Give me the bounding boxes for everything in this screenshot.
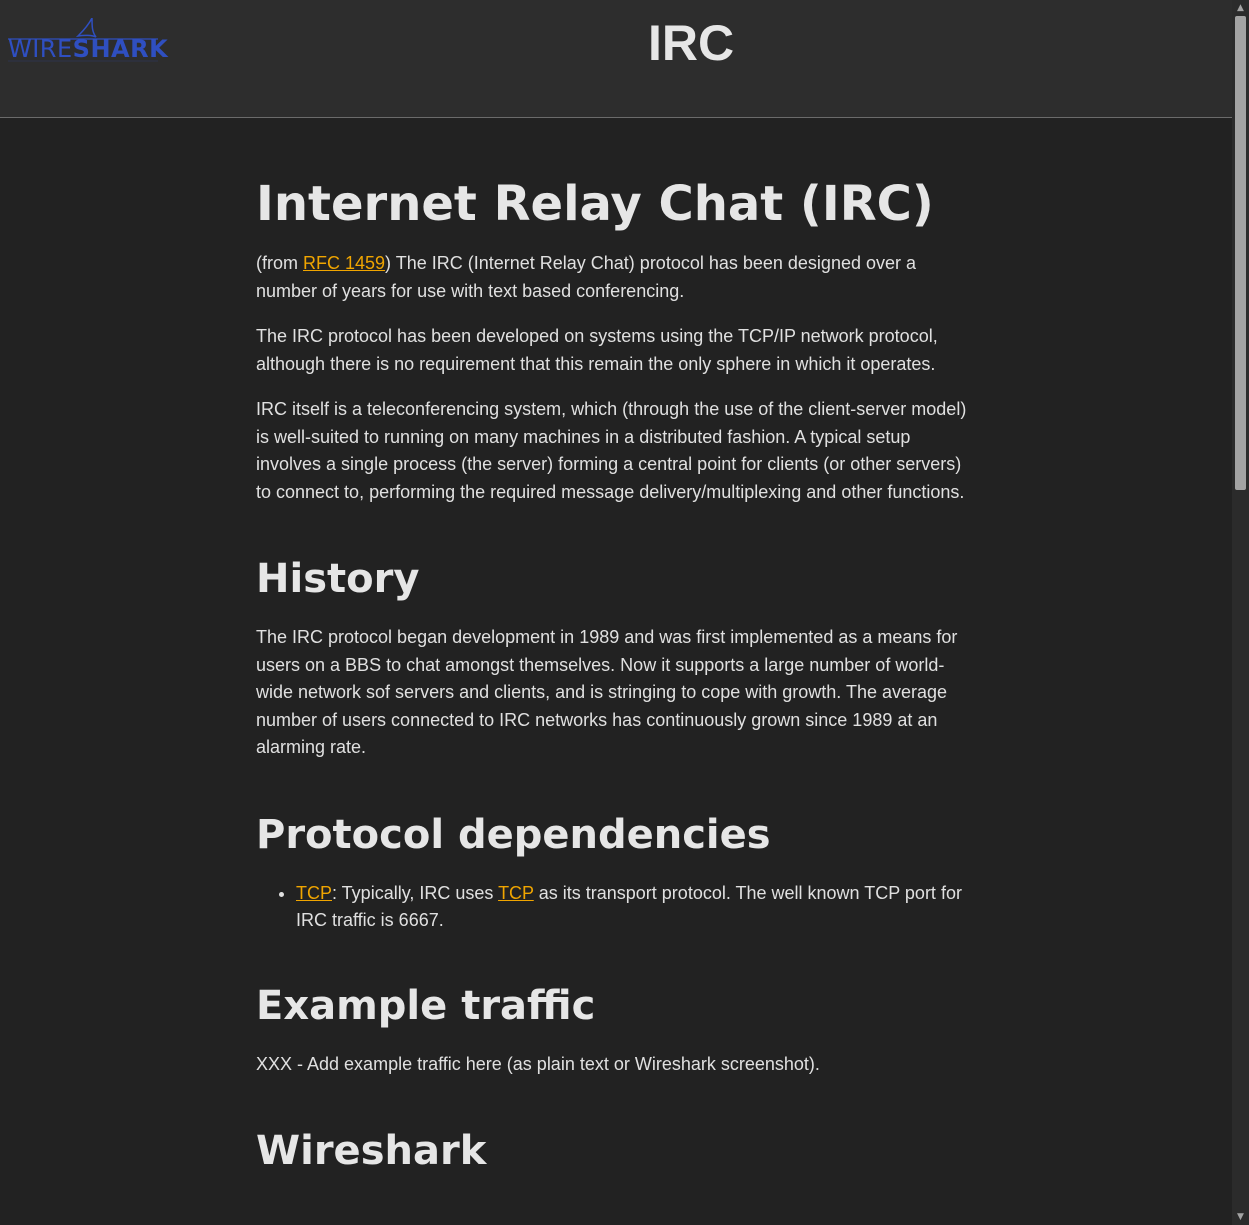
scrollbar-thumb[interactable]	[1235, 16, 1246, 490]
scroll-down-icon[interactable]: ▼	[1232, 1209, 1249, 1225]
page-title: IRC	[647, 15, 735, 71]
wireshark-heading: Wireshark	[256, 1128, 487, 1174]
dep-text-1: : Typically, IRC uses	[332, 882, 499, 903]
intro-prefix: (from	[256, 253, 303, 273]
article-content: Internet Relay Chat (IRC) (from RFC 1459…	[256, 118, 978, 1176]
tcp-link[interactable]: TCP	[296, 883, 332, 903]
rfc-1459-link[interactable]: RFC 1459	[303, 253, 385, 273]
tcp-link-inline[interactable]: TCP	[498, 883, 534, 903]
page-header: WIRESHARK IRC	[0, 0, 1232, 118]
article-title: Internet Relay Chat (IRC)	[256, 176, 934, 232]
list-item: TCP: Typically, IRC uses TCP as its tran…	[296, 880, 978, 935]
protocol-dependencies-heading: Protocol dependencies	[256, 811, 771, 858]
scroll-up-icon[interactable]: ▲	[1232, 0, 1249, 16]
example-traffic-heading: Example traffic	[256, 982, 596, 1029]
example-traffic-paragraph: XXX - Add example traffic here (as plain…	[256, 1053, 820, 1074]
vertical-scrollbar[interactable]: ▲ ▼	[1232, 0, 1249, 1225]
dependencies-list: TCP: Typically, IRC uses TCP as its tran…	[256, 880, 978, 935]
paragraph-tcpip: The IRC protocol has been developed on s…	[256, 326, 938, 374]
history-heading: History	[256, 556, 420, 602]
intro-paragraph: (from RFC 1459) The IRC (Internet Relay …	[256, 250, 978, 305]
paragraph-teleconferencing: IRC itself is a teleconferencing system,…	[256, 399, 967, 502]
history-paragraph: The IRC protocol began development in 19…	[256, 627, 958, 757]
